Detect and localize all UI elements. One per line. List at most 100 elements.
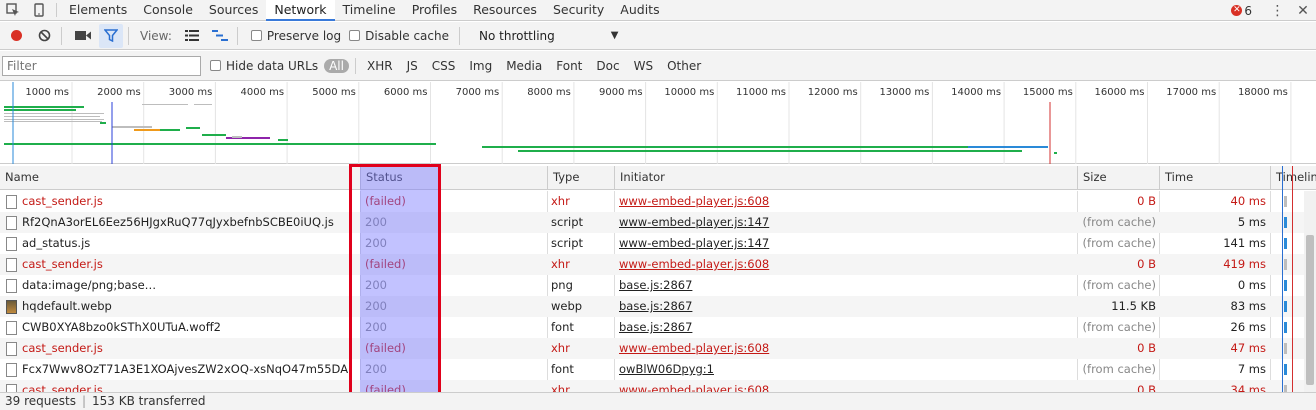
table-row[interactable]: hqdefault.webp 200 webp base.js:2867 11.5 KB… xyxy=(0,296,1316,317)
hide-data-urls-checkbox[interactable]: Hide data URLs xyxy=(210,59,318,73)
record-icon xyxy=(10,30,22,41)
request-name[interactable]: cast_sender.js xyxy=(22,191,352,212)
request-initiator-link[interactable]: www-embed-player.js:608 xyxy=(619,380,1079,392)
type-filter-other[interactable]: Other xyxy=(662,58,706,74)
tab-timeline[interactable]: Timeline xyxy=(335,0,404,21)
table-row[interactable]: Fcx7Wwv8OzT71A3E1XOAjvesZW2xOQ-xsNqO47m5… xyxy=(0,359,1316,380)
type-filter-css[interactable]: CSS xyxy=(427,58,461,74)
request-type: font xyxy=(551,362,574,376)
type-filter-all[interactable]: All xyxy=(324,58,349,73)
filter-separator xyxy=(354,57,356,74)
request-type: xhr xyxy=(551,257,570,271)
checkbox-box[interactable] xyxy=(250,30,262,41)
request-name[interactable]: ad_status.js xyxy=(22,233,352,254)
table-row[interactable]: cast_sender.js (failed) xhr www-embed-playe… xyxy=(0,380,1316,392)
clear-button[interactable] xyxy=(32,24,56,48)
overview-tick-label: 18000 ms xyxy=(1238,87,1288,98)
column-header-size[interactable]: Size xyxy=(1077,166,1159,190)
type-filter-font[interactable]: Font xyxy=(551,58,587,74)
overview-tick-label: 11000 ms xyxy=(736,87,786,98)
request-size: 0 B xyxy=(1137,383,1156,392)
throttling-select[interactable]: No throttling ▼ xyxy=(479,29,618,43)
error-counter[interactable]: ✕ 6 xyxy=(1231,4,1252,18)
throttling-value: No throttling xyxy=(479,28,555,43)
table-row[interactable]: CWB0XYA8bzo0kSThX0UTuA.woff2 200 font base.… xyxy=(0,317,1316,338)
type-filter-xhr[interactable]: XHR xyxy=(362,58,398,74)
request-initiator-link[interactable]: base.js:2867 xyxy=(619,275,1079,296)
table-row[interactable]: data:image/png;base… 200 png base.js:2867 (f… xyxy=(0,275,1316,296)
table-row[interactable]: cast_sender.js (failed) xhr www-embed-playe… xyxy=(0,338,1316,359)
request-time: 34 ms xyxy=(1230,383,1266,392)
column-header-time[interactable]: Time xyxy=(1159,166,1270,190)
record-button[interactable] xyxy=(4,24,28,48)
request-initiator-link[interactable]: base.js:2867 xyxy=(619,296,1079,317)
preserve-log-label: Preserve log xyxy=(266,28,342,43)
inspect-element-icon[interactable] xyxy=(0,0,26,21)
type-filter-img[interactable]: Img xyxy=(464,58,497,74)
preserve-log-checkbox[interactable]: Preserve log xyxy=(250,28,342,43)
request-type: xhr xyxy=(551,194,570,208)
checkbox-box[interactable] xyxy=(210,60,221,71)
tab-console[interactable]: Console xyxy=(135,0,201,21)
type-filter-doc[interactable]: Doc xyxy=(591,58,624,74)
file-icon xyxy=(6,279,17,293)
tab-network[interactable]: Network xyxy=(266,0,335,21)
request-name[interactable]: cast_sender.js xyxy=(22,338,352,359)
devtools-tabbar: Elements Console Sources Network Timeline Pro… xyxy=(0,0,1316,21)
overview-request-bar xyxy=(194,104,212,105)
filter-input[interactable] xyxy=(2,55,201,76)
overview-toggle-button[interactable] xyxy=(208,24,232,48)
table-row[interactable]: cast_sender.js (failed) xhr www-embed-playe… xyxy=(0,254,1316,275)
device-mode-icon[interactable] xyxy=(26,0,52,21)
tab-resources[interactable]: Resources xyxy=(465,0,545,21)
request-initiator-link[interactable]: www-embed-player.js:608 xyxy=(619,191,1079,212)
request-table-body: cast_sender.js (failed) xhr www-embed-playe… xyxy=(0,191,1316,392)
more-menu-icon[interactable]: ⋮ xyxy=(1264,3,1290,19)
overview-request-bar xyxy=(134,129,162,131)
request-initiator-link[interactable]: base.js:2867 xyxy=(619,317,1079,338)
request-name[interactable]: data:image/png;base… xyxy=(22,275,352,296)
type-filter-js[interactable]: JS xyxy=(402,58,423,74)
type-filter-ws[interactable]: WS xyxy=(629,58,658,74)
table-scrollbar[interactable] xyxy=(1304,191,1316,392)
tab-profiles[interactable]: Profiles xyxy=(404,0,465,21)
request-name[interactable]: hqdefault.webp xyxy=(22,296,352,317)
waterfall-bar xyxy=(1284,322,1287,333)
column-header-initiator[interactable]: Initiator xyxy=(614,166,1077,190)
request-size: 0 B xyxy=(1137,341,1156,355)
request-initiator-link[interactable]: www-embed-player.js:147 xyxy=(619,233,1079,254)
overview-request-bar xyxy=(1054,152,1057,154)
column-header-name[interactable]: Name xyxy=(0,166,360,190)
request-name[interactable]: cast_sender.js xyxy=(22,380,352,392)
request-name[interactable]: Rf2QnA3orEL6Eez56HJgxRuQ77qJyxbefnbSCBE0… xyxy=(22,212,352,233)
close-icon[interactable]: ✕ xyxy=(1290,3,1316,19)
disable-cache-checkbox[interactable]: Disable cache xyxy=(349,29,449,43)
request-name[interactable]: CWB0XYA8bzo0kSThX0UTuA.woff2 xyxy=(22,317,352,338)
request-initiator-link[interactable]: www-embed-player.js:147 xyxy=(619,212,1079,233)
column-header-timeline[interactable]: Timeline xyxy=(1270,166,1316,190)
request-name[interactable]: cast_sender.js xyxy=(22,254,352,275)
request-initiator-link[interactable]: www-embed-player.js:608 xyxy=(619,338,1079,359)
toolbar-separator xyxy=(459,26,460,45)
filter-toggle-button[interactable] xyxy=(99,23,123,48)
type-filter-media[interactable]: Media xyxy=(501,58,547,74)
network-toolbar: View: Preserve log Disable cache No thro… xyxy=(0,22,1316,50)
tab-audits[interactable]: Audits xyxy=(612,0,667,21)
tab-elements[interactable]: Elements xyxy=(61,0,135,21)
table-row[interactable]: Rf2QnA3orEL6Eez56HJgxRuQ77qJyxbefnbSCBE0… xyxy=(0,212,1316,233)
overview-timeline[interactable]: 1000 ms 2000 ms 3000 ms 4000 ms 5000 ms 6000 … xyxy=(0,82,1316,164)
table-row[interactable]: ad_status.js 200 script www-embed-player.js… xyxy=(0,233,1316,254)
request-name[interactable]: Fcx7Wwv8OzT71A3E1XOAjvesZW2xOQ-xsNqO47m5… xyxy=(22,359,352,380)
request-initiator-link[interactable]: www-embed-player.js:608 xyxy=(619,254,1079,275)
tab-sources[interactable]: Sources xyxy=(201,0,266,21)
checkbox-box[interactable] xyxy=(349,30,361,41)
table-row[interactable]: cast_sender.js (failed) xhr www-embed-playe… xyxy=(0,191,1316,212)
tab-security[interactable]: Security xyxy=(545,0,612,21)
network-overview[interactable]: 1000 ms 2000 ms 3000 ms 4000 ms 5000 ms 6000 … xyxy=(0,82,1316,164)
request-time: 141 ms xyxy=(1223,236,1266,250)
scrollbar-thumb[interactable] xyxy=(1306,235,1314,385)
capture-screenshots-button[interactable] xyxy=(71,24,95,48)
column-header-type[interactable]: Type xyxy=(547,166,614,190)
large-rows-button[interactable] xyxy=(180,24,204,48)
request-initiator-link[interactable]: owBlW06Dpyg:1 xyxy=(619,359,1079,380)
